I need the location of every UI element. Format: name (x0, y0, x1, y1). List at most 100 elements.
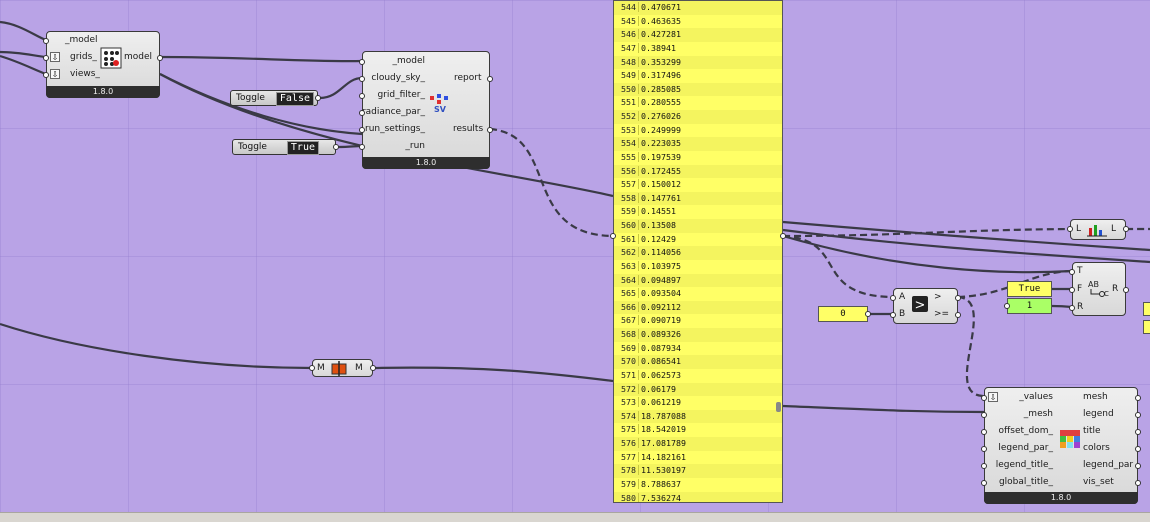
input-port[interactable] (981, 429, 987, 435)
input-port[interactable] (309, 365, 315, 371)
input-port-a[interactable] (890, 295, 896, 301)
panel-row-index: 562 (621, 247, 636, 258)
output-port[interactable] (1135, 480, 1141, 486)
panel-row: 579 8.788637 (614, 478, 782, 492)
data-panel[interactable]: 544 0.470671 545 0.463635 546 0.427281 547 0.38… (613, 0, 783, 503)
input-port[interactable] (359, 59, 365, 65)
input-port-grids[interactable] (43, 55, 49, 61)
output-port-gte[interactable] (955, 312, 961, 318)
panel-one[interactable]: 1 (1007, 298, 1052, 314)
merge-component[interactable]: M M (309, 359, 376, 377)
input-port[interactable] (359, 93, 365, 99)
output-port[interactable] (1135, 463, 1141, 469)
port-label: _values (1019, 392, 1053, 402)
output-port[interactable] (487, 127, 493, 133)
input-port[interactable] (981, 412, 987, 418)
input-port[interactable] (1067, 226, 1073, 232)
merge-right-label: M (355, 363, 363, 373)
output-port[interactable] (865, 311, 871, 317)
input-port[interactable] (359, 144, 365, 150)
sky-view-icon (430, 94, 448, 104)
input-port-model[interactable] (43, 38, 49, 44)
number-value[interactable]: 0 (840, 309, 845, 319)
output-port[interactable] (1123, 226, 1129, 232)
sky-view-component[interactable]: _model cloudy_sky_ grid_filter_ radiance… (359, 51, 493, 169)
input-port-t[interactable] (1069, 269, 1075, 275)
panel-row-index: 558 (621, 192, 636, 203)
input-port[interactable] (981, 463, 987, 469)
panel-row-index: 547 (621, 42, 636, 53)
offscreen-panel[interactable] (1143, 302, 1150, 316)
panel-row: 575 18.542019 (614, 423, 782, 437)
panel-row-value: 7.536274 (638, 492, 681, 502)
panel-input-port[interactable] (610, 233, 616, 239)
port-label: offset_dom_ (998, 426, 1053, 436)
input-port[interactable] (981, 395, 987, 401)
input-port-b[interactable] (890, 312, 896, 318)
panel-row-value: 14.182161 (638, 451, 686, 462)
input-port[interactable] (1004, 303, 1010, 309)
output-port-model[interactable] (157, 55, 163, 61)
panel-output-port[interactable] (780, 233, 786, 239)
input-port-r[interactable] (1069, 305, 1075, 311)
flatten-icon: ⇩ (50, 69, 60, 79)
input-port[interactable] (359, 110, 365, 116)
output-port[interactable] (370, 365, 376, 371)
panel-row-value: 0.12429 (638, 233, 676, 244)
compare-b-label: B (899, 309, 906, 319)
pick-choose-component[interactable]: T F R AB C R (1069, 262, 1129, 316)
panel-row-value: 17.081789 (638, 438, 686, 448)
output-port[interactable] (1135, 412, 1141, 418)
panel-row-index: 575 (621, 424, 636, 435)
panel-row-value: 0.093504 (638, 288, 681, 299)
panel-one-value: 1 (1026, 301, 1033, 311)
output-port[interactable] (333, 144, 339, 150)
legend-component[interactable]: ⇩ _values _mesh offset_dom_ legend_par_ … (981, 387, 1141, 504)
grasshopper-canvas[interactable] (0, 0, 1150, 512)
version-bar: 1.8.0 (362, 157, 490, 169)
input-port-views[interactable] (43, 72, 49, 78)
input-port[interactable] (981, 480, 987, 486)
output-port[interactable] (487, 76, 493, 82)
model-component[interactable]: _model ⇩ grids_ ⇩ views_ model 1.8.0 (43, 31, 163, 98)
panel-row-index: 572 (621, 383, 636, 394)
output-port[interactable] (1135, 446, 1141, 452)
panel-row-index: 570 (621, 356, 636, 367)
input-port[interactable] (359, 127, 365, 133)
panel-scrollbar[interactable] (776, 402, 781, 412)
panel-row-index: 561 (621, 233, 636, 244)
panel-true[interactable]: True (1007, 281, 1052, 297)
toggle-value[interactable]: False (275, 92, 314, 106)
panel-row: 560 0.13508 (614, 219, 782, 233)
toggle-value[interactable]: True (286, 141, 319, 155)
list-item-component[interactable]: L L (1067, 219, 1129, 240)
output-port-gt[interactable] (955, 295, 961, 301)
output-port[interactable] (315, 95, 321, 101)
number-input-zero[interactable]: 0 (818, 306, 868, 322)
output-port[interactable] (1135, 395, 1141, 401)
panel-row: 556 0.172455 (614, 164, 782, 179)
compare-gt-label: > (934, 292, 942, 302)
input-port[interactable] (981, 446, 987, 452)
panel-row-index: 566 (621, 301, 636, 312)
output-port[interactable] (1123, 287, 1129, 293)
panel-row-index: 549 (621, 70, 636, 81)
larger-than-component[interactable]: A B > > >= (890, 288, 961, 324)
panel-row: 571 0.062573 (614, 369, 782, 383)
filter-f-label: F (1077, 284, 1083, 294)
output-port[interactable] (1135, 429, 1141, 435)
panel-row: 561 0.12429 (614, 233, 782, 247)
panel-true-value: True (1018, 284, 1041, 294)
port-label: grid_filter_ (377, 90, 425, 100)
port-label-views: views_ (70, 69, 100, 79)
list-right-label: L (1111, 224, 1117, 234)
port-label: cloudy_sky_ (371, 73, 425, 83)
boolean-toggle-false[interactable]: Toggle False (230, 90, 321, 106)
dice-model-icon (100, 47, 122, 69)
toggle-label: Toggle (238, 142, 267, 152)
boolean-toggle-true[interactable]: Toggle True (232, 139, 339, 155)
offscreen-panel[interactable] (1143, 320, 1150, 334)
input-port[interactable] (359, 76, 365, 82)
panel-row-value: 0.061219 (638, 397, 681, 408)
input-port-f[interactable] (1069, 287, 1075, 293)
